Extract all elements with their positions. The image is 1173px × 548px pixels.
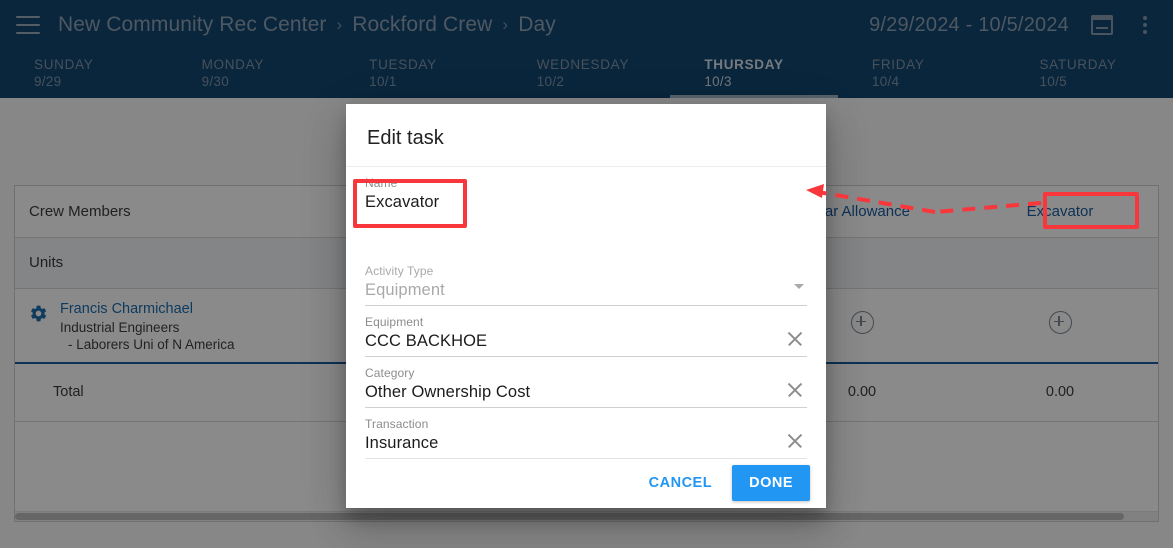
app-root: New Community Rec Center › Rockford Crew… [0, 0, 1173, 548]
clear-icon[interactable] [784, 379, 806, 401]
equipment-value[interactable]: CCC BACKHOE [365, 329, 807, 353]
name-field-label: Name [365, 175, 398, 190]
field-underline [365, 457, 807, 459]
category-field[interactable]: Category Other Ownership Cost [365, 357, 807, 408]
category-label: Category [365, 365, 415, 380]
equipment-label: Equipment [365, 314, 424, 329]
activity-type-label: Activity Type [365, 263, 434, 278]
edit-task-dialog: Edit task Name Excavator Activity Type E… [346, 104, 826, 508]
cancel-button[interactable]: CANCEL [637, 466, 724, 500]
clear-icon[interactable] [784, 430, 806, 452]
transaction-field[interactable]: Transaction Insurance [365, 408, 807, 459]
name-field[interactable]: Name Excavator [365, 167, 807, 229]
dialog-body: Name Excavator Activity Type Equipment E… [346, 167, 826, 459]
activity-type-field[interactable]: Activity Type Equipment [365, 255, 807, 306]
transaction-label: Transaction [365, 416, 429, 431]
dialog-actions: CANCEL DONE [346, 459, 826, 508]
category-value[interactable]: Other Ownership Cost [365, 380, 807, 404]
activity-type-value: Equipment [365, 280, 445, 299]
equipment-field[interactable]: Equipment CCC BACKHOE [365, 306, 807, 357]
name-field-value[interactable]: Excavator [365, 190, 807, 214]
done-button[interactable]: DONE [732, 465, 810, 502]
transaction-value[interactable]: Insurance [365, 431, 807, 455]
dialog-title: Edit task [346, 112, 826, 167]
chevron-down-icon[interactable] [794, 283, 804, 289]
clear-icon[interactable] [784, 328, 806, 350]
